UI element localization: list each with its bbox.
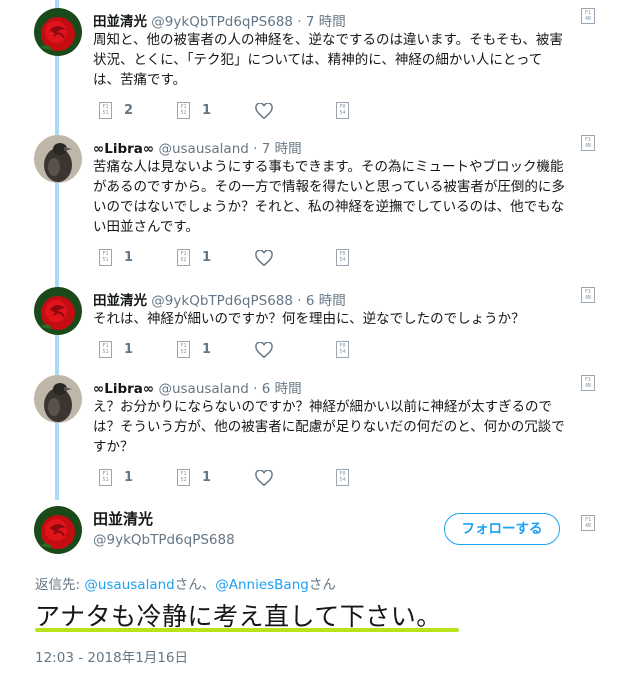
tweet-text-line: は、苦痛です。 [93,72,187,88]
tweet-text: え？お分かりにならないのですか？神経が細かい以前に神経が太すぎるので は？そういう… [93,397,588,457]
caret-icon[interactable]: F1 4B [581,135,595,151]
tweet-header: ∞Libra∞ @usausaland · 7 時間 [93,137,302,157]
retweet-count: 1 [202,103,212,118]
retweet-count: 1 [202,470,212,485]
tweet-text-line: は？そういう方が、他の被害者に配慮が足りないだの何だのと、何かの冗談で [93,419,565,435]
author-handle[interactable]: @usausaland [158,141,248,157]
retweet-icon[interactable]: F1 52 [177,469,190,486]
retweet-action[interactable]: F1 52 1 [177,249,211,266]
tweet-text-line: すか？ [93,439,134,455]
reply-to-prefix: 返信先: [35,577,85,593]
reply-to-suffix-2: さん [308,577,336,593]
author-name[interactable]: 田並清光 [93,293,147,309]
main-caret-icon[interactable]: F1 4B [581,515,595,531]
retweet-icon[interactable]: F1 52 [177,102,190,119]
tweet-text-line: それは、神経が細いのですか？何を理由に、逆なでしたのでしょうか？ [93,311,525,327]
share-icon[interactable]: F0 54 [336,469,349,486]
heart-icon[interactable] [255,250,273,266]
heart-icon[interactable] [255,342,273,358]
reply-icon[interactable]: F1 51 [99,102,112,119]
reply-count: 2 [124,103,134,118]
main-avatar[interactable] [34,506,82,554]
reply-icon[interactable]: F1 51 [99,469,112,486]
author-name[interactable]: 田並清光 [93,14,147,30]
tweet-header: ∞Libra∞ @usausaland · 6 時間 [93,377,302,397]
share-icon[interactable]: F0 54 [336,249,349,266]
author-avatar[interactable] [34,8,82,56]
reply-to-link-usausaland[interactable]: @usausaland [84,577,174,593]
reply-count: 1 [124,342,134,357]
main-author-handle[interactable]: @9ykQbTPd6qPS688 [93,532,235,548]
tweet-text-line: 苦痛な人は見ないようにする事もできます。その為にミュートやブロック機能 [93,159,564,175]
main-tweet-timestamp[interactable]: 12:03 - 2018年1月16日 [35,646,188,666]
author-name[interactable]: ∞Libra∞ [93,141,154,157]
retweet-action[interactable]: F1 52 1 [177,341,211,358]
reply-count: 1 [124,470,134,485]
tweet-header: 田並清光 @9ykQbTPd6qPS688 · 6 時間 [93,289,346,309]
tweet-time[interactable]: 6 時間 [306,293,346,309]
highlight-underline [35,628,459,632]
share-icon[interactable]: F0 54 [336,341,349,358]
share-action[interactable]: F0 54 [336,102,349,119]
share-action[interactable]: F0 54 [336,341,349,358]
thread-connector-line [55,0,59,500]
retweet-action[interactable]: F1 52 1 [177,102,211,119]
reply-icon[interactable]: F1 51 [99,341,112,358]
author-handle[interactable]: @9ykQbTPd6qPS688 [151,14,293,30]
tweet-time[interactable]: 7 時間 [306,14,346,30]
reply-count: 1 [124,250,134,265]
caret-icon[interactable]: F1 4B [581,287,595,303]
reply-action[interactable]: F1 51 2 [99,102,133,119]
heart-icon[interactable] [255,470,273,486]
tweet-text-line: え？お分かりにならないのですか？神経が細かい以前に神経が太すぎるので [93,399,552,415]
share-action[interactable]: F0 54 [336,249,349,266]
author-name[interactable]: ∞Libra∞ [93,381,154,397]
author-avatar[interactable] [34,135,82,183]
retweet-count: 1 [202,250,212,265]
author-avatar[interactable] [34,287,82,335]
dot-separator: · [297,14,302,30]
retweet-count: 1 [202,342,212,357]
tweet-time[interactable]: 6 時間 [262,381,302,397]
tweet-text-line: 周知と、他の被害者の人の神経を、逆なでするのは違います。そもそも、被害 [93,32,563,48]
share-icon[interactable]: F0 54 [336,102,349,119]
author-avatar[interactable] [34,375,82,423]
share-action[interactable]: F0 54 [336,469,349,486]
author-handle[interactable]: @usausaland [158,381,248,397]
tweet-text-line: 状況、とくに、「テク犯」については、精神的に、神経の細かい人にとって [93,52,543,68]
tweet-text-line: いのではないでしょうか？それと、私の神経を逆撫でしているのは、他でもな [93,199,565,215]
retweet-action[interactable]: F1 52 1 [177,469,211,486]
dot-separator: · [253,141,258,157]
tweet-text: それは、神経が細いのですか？何を理由に、逆なでしたのでしょうか？ [93,309,588,329]
reply-action[interactable]: F1 51 1 [99,249,133,266]
tweet-text: 苦痛な人は見ないようにする事もできます。その為にミュートやブロック機能 があるので… [93,157,588,237]
tweet-header: 田並清光 @9ykQbTPd6qPS688 · 7 時間 [93,10,346,30]
tweet-text-line: い田並さんです。 [93,219,199,235]
caret-icon[interactable]: F1 4B [581,375,595,391]
main-author-name[interactable]: 田並清光 [93,508,153,529]
reply-action[interactable]: F1 51 1 [99,341,133,358]
heart-icon[interactable] [255,103,273,119]
reply-action[interactable]: F1 51 1 [99,469,133,486]
reply-icon[interactable]: F1 51 [99,249,112,266]
retweet-icon[interactable]: F1 52 [177,341,190,358]
red-rose-avatar-image [34,506,82,554]
tweet-text: 周知と、他の被害者の人の神経を、逆なでするのは違います。そもそも、被害 状況、とく… [93,30,588,90]
tweet-time[interactable]: 7 時間 [262,141,302,157]
retweet-icon[interactable]: F1 52 [177,249,190,266]
dot-separator: · [297,293,302,309]
reply-to-line: 返信先: @usausalandさん、@AnniesBangさん [35,573,336,593]
reply-to-link-anniesbang[interactable]: @AnniesBang [215,577,309,593]
author-handle[interactable]: @9ykQbTPd6qPS688 [151,293,293,309]
follow-button[interactable]: フォローする [444,513,560,545]
dot-separator: · [253,381,258,397]
caret-icon[interactable]: F1 4B [581,8,595,24]
tweet-text-line: があるのですから。その一方で情報を得たいと思っている被害者が圧倒的に多 [93,179,565,195]
reply-to-suffix-1: さん、 [174,577,216,593]
